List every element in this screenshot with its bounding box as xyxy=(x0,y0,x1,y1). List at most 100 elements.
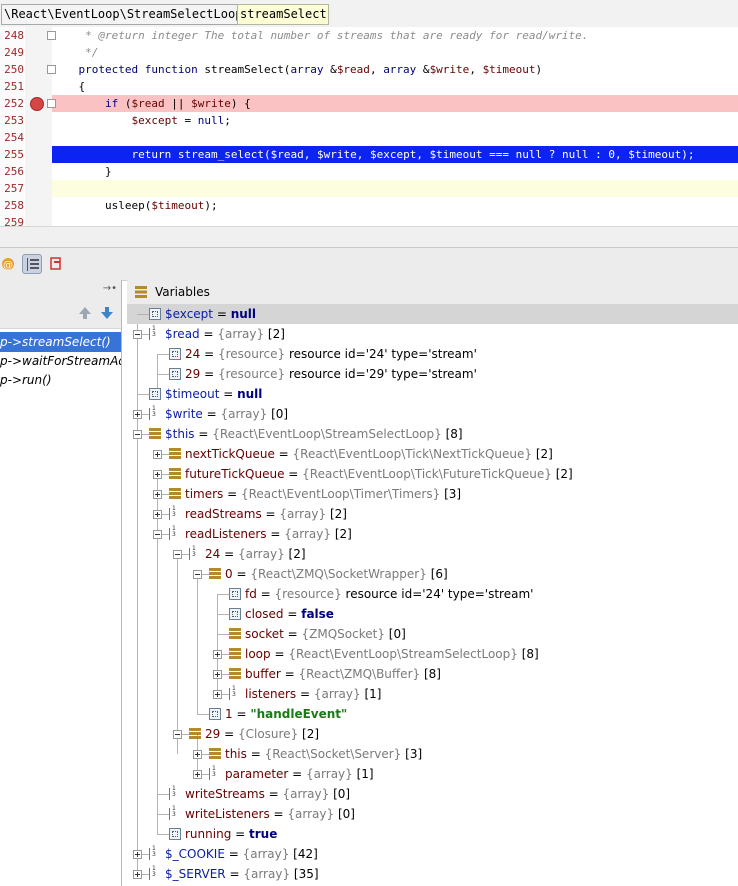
fold-icon[interactable] xyxy=(47,31,56,40)
fold-icon[interactable] xyxy=(47,65,56,74)
watch-at-icon[interactable]: @ xyxy=(0,254,20,274)
variable-row[interactable]: socket = {ZMQSocket} [0] xyxy=(127,624,738,644)
variable-row[interactable]: $this = {React\EventLoop\StreamSelectLoo… xyxy=(127,424,738,444)
breadcrumb-method[interactable]: streamSelect xyxy=(237,4,329,25)
variable-type: {array} xyxy=(237,547,285,561)
array-icon xyxy=(169,506,182,520)
expand-icon[interactable] xyxy=(153,470,162,479)
gutter[interactable] xyxy=(25,197,52,214)
code-line[interactable]: 249 */ xyxy=(0,44,738,61)
object-icon xyxy=(169,488,181,500)
collapse-icon[interactable] xyxy=(193,570,202,579)
expand-icon[interactable] xyxy=(133,410,142,419)
pin-icon[interactable]: →• xyxy=(103,283,117,294)
code-line[interactable]: 248 * @return integer The total number o… xyxy=(0,27,738,44)
arrow-up-icon[interactable] xyxy=(78,305,92,324)
variable-row[interactable]: readListeners = {array} [2] xyxy=(127,524,738,544)
tree-connector xyxy=(157,814,169,815)
variable-row[interactable]: listeners = {array} [1] xyxy=(127,684,738,704)
fold-icon[interactable] xyxy=(47,99,56,108)
object-icon xyxy=(229,628,241,640)
variable-row[interactable]: buffer = {React\ZMQ\Buffer} [8] xyxy=(127,664,738,684)
variables-layout-icon[interactable] xyxy=(22,254,42,274)
variable-row[interactable]: timers = {React\EventLoop\Timer\Timers} … xyxy=(127,484,738,504)
code-line[interactable]: 257 xyxy=(0,180,738,197)
code-line[interactable]: 251 { xyxy=(0,78,738,95)
gutter[interactable] xyxy=(25,180,52,197)
variable-name: this xyxy=(225,747,247,761)
variable-row[interactable]: $_SERVER = {array} [35] xyxy=(127,864,738,884)
gutter[interactable] xyxy=(25,129,52,146)
variable-row[interactable]: $read = {array} [2] xyxy=(127,324,738,344)
expand-icon[interactable] xyxy=(153,510,162,519)
restore-layout-icon[interactable] xyxy=(46,254,66,274)
expand-icon[interactable] xyxy=(133,870,142,879)
variable-row[interactable]: running = true xyxy=(127,824,738,844)
expand-icon[interactable] xyxy=(153,490,162,499)
expand-icon[interactable] xyxy=(133,850,142,859)
variable-row[interactable]: parameter = {array} [1] xyxy=(127,764,738,784)
expand-icon[interactable] xyxy=(213,670,222,679)
stack-frame[interactable]: p->run() xyxy=(0,370,121,390)
gutter[interactable] xyxy=(25,214,52,226)
variable-value: "handleEvent" xyxy=(250,707,348,721)
gutter[interactable] xyxy=(25,163,52,180)
gutter[interactable] xyxy=(25,78,52,95)
variable-row[interactable]: $timeout = null xyxy=(127,384,738,404)
breakpoint-icon[interactable] xyxy=(30,97,44,111)
variable-row[interactable]: loop = {React\EventLoop\StreamSelectLoop… xyxy=(127,644,738,664)
variable-name: 29 xyxy=(205,727,221,741)
variable-row[interactable]: $_COOKIE = {array} [42] xyxy=(127,844,738,864)
variable-row[interactable]: fd = {resource} resource id='24' type='s… xyxy=(127,584,738,604)
variable-detail: [1] xyxy=(364,687,382,701)
code-line[interactable]: 256 } xyxy=(0,163,738,180)
code-line[interactable]: 252 if ($read || $write) { xyxy=(0,95,738,112)
variable-row[interactable]: 0 = {React\ZMQ\SocketWrapper} [6] xyxy=(127,564,738,584)
variable-detail: [8] xyxy=(521,647,539,661)
variable-row[interactable]: $write = {array} [0] xyxy=(127,404,738,424)
code-line[interactable]: 250 protected function streamSelect(arra… xyxy=(0,61,738,78)
variable-row[interactable]: 29 = {Closure} [2] xyxy=(127,724,738,744)
expand-icon[interactable] xyxy=(153,450,162,459)
gutter[interactable] xyxy=(25,146,52,163)
editor-horizontal-scrollbar[interactable] xyxy=(0,226,738,247)
variable-row[interactable]: readStreams = {array} [2] xyxy=(127,504,738,524)
primitive-icon xyxy=(229,588,241,600)
variable-row[interactable]: writeListeners = {array} [0] xyxy=(127,804,738,824)
arrow-down-icon[interactable] xyxy=(100,305,114,324)
variable-name: loop xyxy=(245,647,271,661)
variable-row[interactable]: futureTickQueue = {React\EventLoop\Tick\… xyxy=(127,464,738,484)
stack-frame[interactable]: p->streamSelect() xyxy=(0,332,121,352)
code-line[interactable]: 259 xyxy=(0,214,738,226)
collapse-icon[interactable] xyxy=(153,530,162,539)
variable-row[interactable]: 24 = {resource} resource id='24' type='s… xyxy=(127,344,738,364)
collapse-icon[interactable] xyxy=(173,730,182,739)
expand-icon[interactable] xyxy=(213,690,222,699)
variable-row[interactable]: 1 = "handleEvent" xyxy=(127,704,738,724)
code-line[interactable]: 258 usleep($timeout); xyxy=(0,197,738,214)
collapse-icon[interactable] xyxy=(133,430,142,439)
variable-row[interactable]: $except = null xyxy=(127,304,738,324)
variable-row[interactable]: writeStreams = {array} [0] xyxy=(127,784,738,804)
line-number: 254 xyxy=(0,129,24,146)
variable-row[interactable]: 29 = {resource} resource id='29' type='s… xyxy=(127,364,738,384)
collapse-icon[interactable] xyxy=(133,330,142,339)
variables-tree[interactable]: $except = null $read = {array} [2] 24 = {r… xyxy=(127,304,738,886)
variable-row[interactable]: 24 = {array} [2] xyxy=(127,544,738,564)
code-line[interactable]: 255 return stream_select($read, $write, … xyxy=(0,146,738,163)
expand-icon[interactable] xyxy=(193,770,202,779)
variable-row[interactable]: closed = false xyxy=(127,604,738,624)
gutter[interactable] xyxy=(25,112,52,129)
code-line[interactable]: 254 xyxy=(0,129,738,146)
stack-frame[interactable]: p->waitForStreamActivity() xyxy=(0,351,121,371)
expand-icon[interactable] xyxy=(213,650,222,659)
code-editor[interactable]: 248 * @return integer The total number o… xyxy=(0,27,738,226)
breadcrumb-class[interactable]: \React\EventLoop\StreamSelectLoop xyxy=(1,4,242,25)
gutter[interactable] xyxy=(25,44,52,61)
variable-row[interactable]: nextTickQueue = {React\EventLoop\Tick\Ne… xyxy=(127,444,738,464)
variable-name: nextTickQueue xyxy=(185,447,275,461)
expand-icon[interactable] xyxy=(193,750,202,759)
variable-row[interactable]: this = {React\Socket\Server} [3] xyxy=(127,744,738,764)
code-line[interactable]: 253 $except = null; xyxy=(0,112,738,129)
collapse-icon[interactable] xyxy=(173,550,182,559)
